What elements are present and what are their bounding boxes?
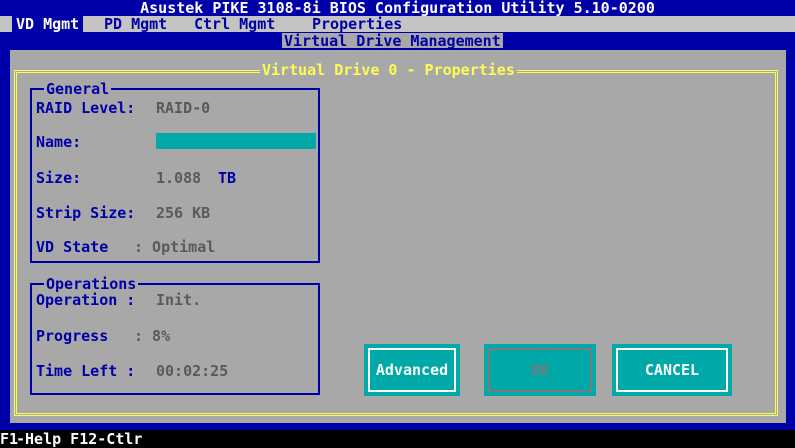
- menu-pd-mgmt[interactable]: PD Mgmt: [104, 16, 167, 32]
- vd-state-label: VD State: [36, 238, 109, 256]
- dialog-subtitle: Virtual Drive 0 - Properties: [260, 61, 517, 79]
- strip-size-label: Strip Size:: [36, 204, 136, 222]
- status-text: -Help F12-Ctlr: [16, 430, 143, 448]
- vd-state-value: : Optimal: [134, 238, 216, 256]
- advanced-button[interactable]: Advanced: [364, 344, 460, 396]
- operation-value: Init.: [156, 291, 202, 309]
- operation-label: Operation :: [36, 291, 136, 309]
- progress-label: Progress: [36, 327, 109, 345]
- strip-size-value: 256 KB: [156, 204, 211, 222]
- app-title: Asustek PIKE 3108-8i BIOS Configuration …: [140, 0, 655, 17]
- advanced-button-label: Advanced: [375, 361, 449, 379]
- size-value: 1.088: [156, 169, 202, 187]
- ok-button-label: OK: [530, 361, 550, 379]
- menu-vd-mgmt[interactable]: VD Mgmt: [12, 16, 84, 32]
- progress-value: : 8%: [134, 327, 171, 345]
- general-title: General: [44, 80, 112, 98]
- menu-properties[interactable]: Properties: [312, 16, 402, 32]
- dialog-title: Virtual Drive Management: [282, 32, 503, 50]
- size-label: Size:: [36, 169, 82, 187]
- size-unit: TB: [218, 169, 237, 187]
- time-left-value: 00:02:25: [156, 362, 229, 380]
- ok-button[interactable]: OK: [484, 344, 596, 396]
- cancel-button-label: CANCEL: [644, 361, 700, 379]
- time-left-label: Time Left :: [36, 362, 136, 380]
- name-input[interactable]: [156, 133, 316, 149]
- operations-title: Operations: [44, 275, 139, 293]
- raid-level-label: RAID Level:: [36, 99, 136, 117]
- cancel-button[interactable]: CANCEL: [612, 344, 732, 396]
- raid-level-value: RAID-0: [156, 99, 211, 117]
- menu-ctrl-mgmt[interactable]: Ctrl Mgmt: [194, 16, 275, 32]
- name-label: Name:: [36, 133, 82, 151]
